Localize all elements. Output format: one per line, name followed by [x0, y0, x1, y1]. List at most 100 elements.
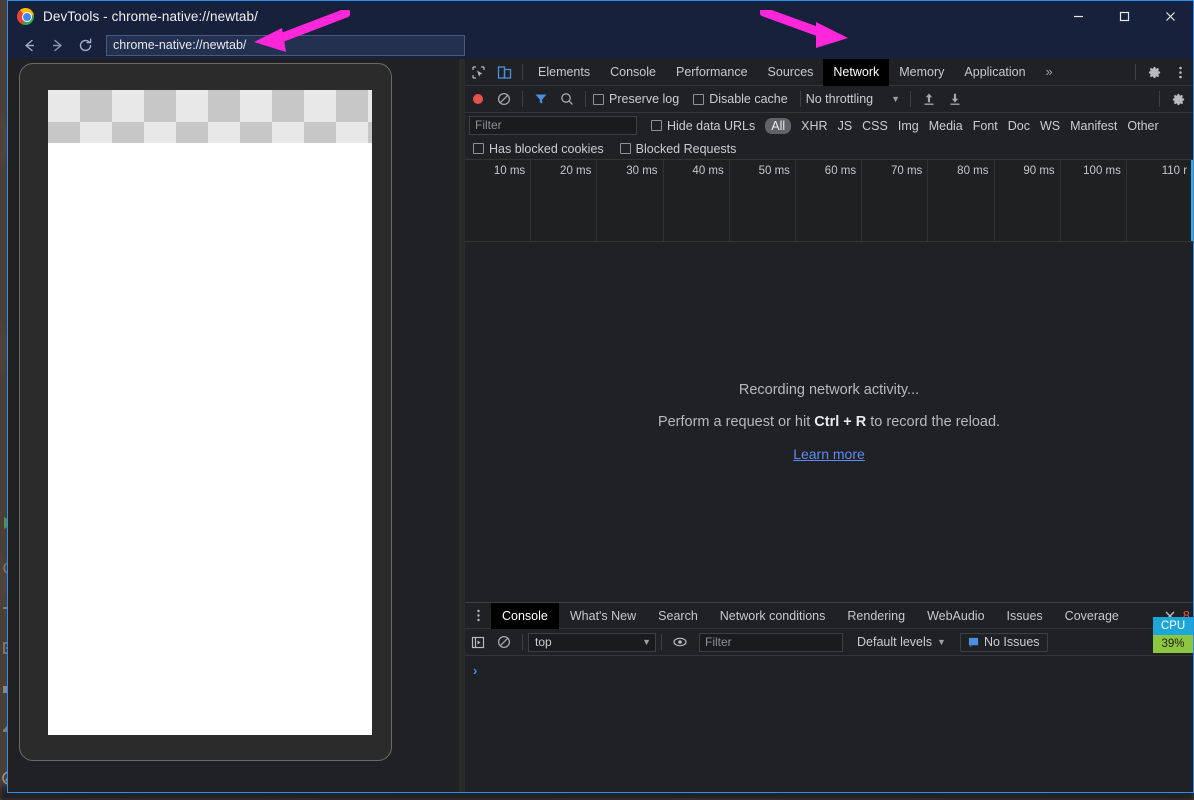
timeline-tick-label: 60 ms	[824, 165, 857, 177]
inspect-element-icon[interactable]	[465, 60, 491, 85]
funnel-filter-icon[interactable]	[528, 87, 554, 112]
drawer-tab-coverage[interactable]: Coverage	[1054, 603, 1130, 629]
devtools-drawer: Console What's New Search Network condit…	[465, 602, 1193, 792]
timeline-tick-cell: 10 ms	[465, 160, 532, 241]
gear-icon[interactable]	[1141, 60, 1167, 85]
network-timeline-overview[interactable]: 10 ms 20 ms 30 ms 40 ms 50 ms 60 ms 70 m…	[465, 160, 1193, 242]
throttling-value: No throttling	[805, 92, 874, 106]
disable-cache-label: Disable cache	[709, 92, 788, 106]
drawer-tab-webaudio[interactable]: WebAudio	[916, 603, 995, 629]
live-expression-eye-icon[interactable]	[667, 630, 693, 655]
tab-sources[interactable]: Sources	[758, 59, 824, 86]
drawer-tab-console[interactable]: Console	[491, 602, 559, 629]
console-output[interactable]: ›	[465, 656, 1193, 792]
type-filter-ws[interactable]: WS	[1040, 119, 1060, 133]
console-levels-value: Default levels	[857, 635, 933, 649]
console-context-select[interactable]: top ▼	[528, 632, 656, 652]
console-levels-select[interactable]: Default levels ▼	[857, 635, 946, 649]
network-toolbar-divider-3	[799, 91, 801, 107]
type-filter-css[interactable]: CSS	[862, 119, 888, 133]
more-vertical-icon[interactable]	[1167, 60, 1193, 85]
type-filter-all[interactable]: All	[765, 117, 792, 134]
url-input[interactable]: chrome-native://newtab/	[106, 34, 465, 56]
reload-icon[interactable]	[72, 33, 98, 57]
timeline-tick-cell: 100 ms	[1061, 160, 1127, 241]
no-issues-button[interactable]: No Issues	[959, 632, 1048, 652]
preserve-log-label: Preserve log	[609, 92, 680, 106]
timeline-tick-cell: 40 ms	[664, 160, 730, 241]
clear-circle-slash-icon[interactable]	[491, 87, 517, 112]
tab-network[interactable]: Network	[823, 58, 890, 86]
type-filter-js[interactable]: JS	[838, 119, 853, 133]
type-filter-media[interactable]: Media	[929, 119, 963, 133]
tab-memory[interactable]: Memory	[889, 59, 954, 86]
console-toolbar-divider-2	[661, 634, 662, 650]
device-frame	[19, 63, 392, 761]
has-blocked-cookies-checkbox[interactable]: Has blocked cookies	[473, 142, 604, 156]
console-toolbar-divider-1	[522, 634, 523, 650]
timeline-tick-cell: 80 ms	[928, 160, 995, 241]
tab-elements[interactable]: Elements	[528, 59, 600, 86]
type-filter-doc[interactable]: Doc	[1008, 119, 1030, 133]
maximize-button[interactable]	[1101, 1, 1147, 31]
type-filter-img[interactable]: Img	[898, 119, 919, 133]
console-clear-icon[interactable]	[491, 630, 517, 655]
upload-arrow-icon[interactable]	[916, 87, 942, 112]
record-circle-icon[interactable]	[465, 87, 491, 112]
hint-prefix: Perform a request or hit	[657, 414, 815, 430]
type-filter-xhr[interactable]: XHR	[801, 119, 827, 133]
timeline-tick-cell: 110 r	[1127, 160, 1193, 241]
console-toolbar: top ▼ Filter Default levels ▼ No Issues	[465, 629, 1193, 656]
search-icon[interactable]	[554, 87, 580, 112]
network-filter-input[interactable]: Filter	[469, 116, 637, 135]
close-button[interactable]	[1147, 1, 1193, 31]
timeline-tick-label: 10 ms	[493, 165, 526, 177]
type-filter-font[interactable]: Font	[973, 119, 998, 133]
disable-cache-checkbox[interactable]: Disable cache	[693, 92, 788, 106]
forward-arrow-icon[interactable]	[44, 33, 70, 57]
type-filter-other[interactable]: Other	[1127, 119, 1158, 133]
type-filter-manifest[interactable]: Manifest	[1070, 119, 1117, 133]
drawer-tab-search[interactable]: Search	[647, 603, 709, 629]
console-filter-input[interactable]: Filter	[699, 632, 843, 652]
drawer-tab-network-conditions[interactable]: Network conditions	[709, 603, 837, 629]
console-sidebar-icon[interactable]	[465, 630, 491, 655]
timeline-tick-cell: 90 ms	[995, 160, 1061, 241]
back-arrow-icon[interactable]	[16, 33, 42, 57]
download-arrow-icon[interactable]	[942, 87, 968, 112]
tab-console[interactable]: Console	[600, 59, 666, 86]
device-toolbar-icon[interactable]	[491, 60, 517, 85]
chevron-down-icon: ▼	[891, 94, 901, 104]
page-viewport-pane	[8, 59, 459, 792]
has-blocked-cookies-label: Has blocked cookies	[489, 141, 604, 156]
minimize-button[interactable]	[1055, 1, 1101, 31]
timeline-tick-label: 40 ms	[692, 165, 724, 177]
drawer-tab-whats-new[interactable]: What's New	[559, 603, 647, 629]
more-tabs-button[interactable]: »	[1036, 59, 1063, 86]
tab-performance[interactable]: Performance	[666, 59, 758, 86]
throttling-select[interactable]: No throttling ▼	[806, 92, 900, 106]
drawer-more-vertical-icon[interactable]	[465, 603, 491, 628]
blocked-requests-label: Blocked Requests	[635, 141, 737, 156]
hide-data-urls-checkbox[interactable]: Hide data URLs	[651, 119, 755, 133]
window-body: Elements Console Performance Sources Net…	[8, 58, 1193, 792]
network-settings-gear-icon[interactable]	[1165, 87, 1191, 112]
drawer-tab-rendering[interactable]: Rendering	[836, 603, 916, 629]
disable-cache-box	[693, 93, 705, 105]
console-prompt-caret: ›	[473, 663, 478, 678]
blocked-requests-checkbox[interactable]: Blocked Requests	[619, 141, 737, 156]
preserve-log-checkbox[interactable]: Preserve log	[593, 92, 679, 106]
console-context-value: top	[535, 635, 552, 649]
timeline-tick-label: 110 r	[1161, 165, 1188, 177]
timeline-tick-cell: 70 ms	[862, 160, 929, 241]
network-toolbar: Preserve log Disable cache No throttling…	[465, 86, 1193, 113]
learn-more-link[interactable]: Learn more	[793, 446, 865, 462]
device-screen[interactable]	[48, 90, 372, 735]
network-toolbar-divider-2	[585, 91, 586, 107]
tab-application[interactable]: Application	[954, 59, 1035, 86]
devtools-panel: Elements Console Performance Sources Net…	[465, 58, 1193, 792]
transparency-checkerboard	[48, 90, 372, 143]
drawer-tab-issues[interactable]: Issues	[996, 603, 1054, 629]
network-toolbar-divider-1	[522, 91, 523, 107]
recording-status-text: Recording network activity...	[738, 382, 920, 398]
